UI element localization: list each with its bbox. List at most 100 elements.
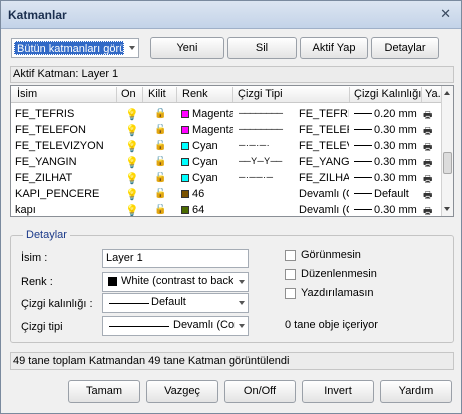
lightbulb-icon[interactable]: 💡 (125, 140, 139, 153)
layer-lineweight[interactable]: 0.30 mm (354, 156, 422, 168)
lock-open-icon[interactable]: 🔓 (154, 156, 166, 167)
layer-color-name: Magenta (192, 124, 233, 136)
chevron-down-icon (239, 324, 245, 328)
ok-button[interactable]: Tamam (68, 380, 140, 403)
color-swatch (181, 158, 189, 166)
lineweight-value: Default (151, 296, 186, 308)
color-swatch (108, 277, 117, 286)
table-row[interactable]: FE_TELEVIZYON 💡 🔓 Cyan ─ · ─ · ─ · FE_TELEVI 0… (11, 139, 441, 155)
onoff-button[interactable]: On/Off (224, 380, 296, 403)
lineweight-select[interactable]: Default (102, 293, 249, 313)
linetype-preview: ─ · ─ · ─ · (239, 140, 270, 150)
help-button[interactable]: Yardım (380, 380, 452, 403)
layer-name: FE_YANGIN (15, 156, 77, 168)
color-swatch (181, 110, 189, 118)
layer-linetype[interactable]: Devamlı (Co (299, 204, 349, 216)
layer-lineweight[interactable]: 0.30 mm (354, 204, 422, 216)
delete-layer-button[interactable]: Sil (227, 37, 297, 59)
table-row[interactable]: FE_ZILHAT 💡 🔓 Cyan ─ · ─ ─ · ─ FE_ZILHAT 0.30 … (11, 171, 441, 187)
active-layer-readout: Aktif Katman: Layer 1 (10, 66, 454, 83)
layer-linetype[interactable]: FE_TELEVI (299, 140, 349, 152)
layer-linetype[interactable]: FE_YANGIN (299, 156, 349, 168)
layer-filter-select[interactable]: Bütün katmanları görü (11, 38, 139, 58)
table-row[interactable]: FE_TEFRIS 💡 🔒 Magenta ──────── FE_TEFRIS 0.20 … (11, 107, 441, 123)
lock-closed-icon[interactable]: 🔒 (154, 108, 166, 119)
column-header-on[interactable]: On (121, 88, 136, 100)
dialog-title: Katmanlar (8, 8, 67, 22)
layer-color-name: Cyan (192, 156, 218, 168)
table-scrollbar[interactable] (441, 86, 453, 216)
title-bar[interactable]: Katmanlar ✕ (1, 1, 461, 29)
hidden-checkbox[interactable] (285, 250, 296, 261)
layer-lineweight-value: 0.20 mm (374, 108, 417, 120)
table-row[interactable]: kapı 💡 🔓 64 Devamlı (Co 0.30 mm 🖶 (11, 203, 441, 216)
color-select[interactable]: White (contrast to back (102, 272, 249, 292)
layer-lineweight[interactable]: 0.30 mm (354, 140, 422, 152)
lightbulb-icon[interactable]: 💡 (125, 124, 139, 137)
color-swatch (181, 142, 189, 150)
layer-name-field[interactable]: Layer 1 (102, 249, 249, 268)
layer-name: KAPI_PENCERE (15, 188, 100, 200)
layer-color[interactable]: Cyan (181, 156, 233, 168)
layer-linetype[interactable]: FE_ZILHAT (299, 172, 349, 184)
make-active-button[interactable]: Aktif Yap (300, 37, 368, 59)
scroll-down-icon[interactable] (444, 207, 450, 211)
new-layer-button[interactable]: Yeni (150, 37, 224, 59)
table-row[interactable]: KAPI_PENCERE💡🔓46Devamlı (CoDefault🖶 (11, 187, 441, 203)
printer-icon[interactable]: 🖶 (423, 204, 432, 216)
column-header-lock[interactable]: Kilit (148, 88, 166, 100)
layer-lineweight-value: 0.30 mm (374, 124, 417, 136)
layer-color[interactable]: 46 (181, 188, 233, 200)
scroll-up-icon[interactable] (444, 91, 450, 95)
layer-lineweight[interactable]: Default (354, 188, 422, 200)
lineweight-preview (354, 209, 372, 210)
invert-button[interactable]: Invert (302, 380, 374, 403)
lightbulb-icon[interactable]: 💡 (125, 204, 139, 216)
column-header-linetype[interactable]: Çizgi Tipi (238, 88, 283, 100)
chevron-down-icon (239, 280, 245, 284)
lightbulb-icon[interactable]: 💡 (125, 188, 139, 201)
lock-open-icon[interactable]: 🔓 (154, 188, 166, 199)
noprint-checkbox[interactable] (285, 288, 296, 299)
layer-color-name: 64 (192, 204, 205, 216)
scroll-thumb[interactable] (443, 152, 452, 174)
layer-color[interactable]: Cyan (181, 172, 233, 184)
lightbulb-icon[interactable]: 💡 (125, 108, 139, 121)
layer-linetype[interactable]: Devamlı (Co (299, 188, 349, 200)
layer-linetype[interactable]: FE_TELEFO (299, 124, 349, 136)
noedit-checkbox[interactable] (285, 269, 296, 280)
layer-lineweight[interactable]: 0.20 mm (354, 108, 422, 120)
layer-color[interactable]: 64 (181, 204, 233, 216)
layer-color[interactable]: Magenta (181, 108, 233, 120)
table-row[interactable]: FE_TELEFON 💡 🔓 Magenta ──────── FE_TELEFO 0.30… (11, 123, 441, 139)
layer-lineweight-value: 0.30 mm (374, 172, 417, 184)
cancel-button[interactable]: Vazgeç (146, 380, 218, 403)
lightbulb-icon[interactable]: 💡 (125, 156, 139, 169)
lineweight-preview (354, 193, 372, 194)
table-row[interactable]: FE_YANGIN 💡 🔓 Cyan ── Y ─ Y ── FE_YANGIN 0.30 … (11, 155, 441, 171)
lineweight-preview (354, 145, 372, 146)
object-count: 0 tane obje içeriyor (285, 319, 378, 331)
column-header-lineweight[interactable]: Çizgi Kalınlığı (354, 88, 421, 100)
layer-table[interactable]: İsim On Kilit Renk Çizgi Tipi Çizgi Kalı… (10, 85, 454, 217)
lock-open-icon[interactable]: 🔓 (154, 140, 166, 151)
linetype-select[interactable]: Devamlı (Cor (102, 316, 249, 336)
lightbulb-icon[interactable]: 💡 (125, 172, 139, 185)
color-swatch (181, 174, 189, 182)
column-header-color[interactable]: Renk (182, 88, 208, 100)
layer-linetype[interactable]: FE_TEFRIS (299, 108, 349, 120)
close-icon[interactable]: ✕ (440, 6, 451, 22)
details-button[interactable]: Detaylar (371, 37, 439, 59)
lock-open-icon[interactable]: 🔓 (154, 124, 166, 135)
lock-open-icon[interactable]: 🔓 (154, 204, 166, 215)
lock-open-icon[interactable]: 🔓 (154, 172, 166, 183)
details-group-title: Detaylar (23, 229, 70, 241)
lineweight-preview (354, 177, 372, 178)
lineweight-preview (354, 161, 372, 162)
layer-lineweight[interactable]: 0.30 mm (354, 124, 422, 136)
layer-lineweight[interactable]: 0.30 mm (354, 172, 422, 184)
layer-color[interactable]: Magenta (181, 124, 233, 136)
layer-color[interactable]: Cyan (181, 140, 233, 152)
layer-name: FE_TELEFON (15, 124, 86, 136)
column-header-name[interactable]: İsim (17, 88, 37, 100)
